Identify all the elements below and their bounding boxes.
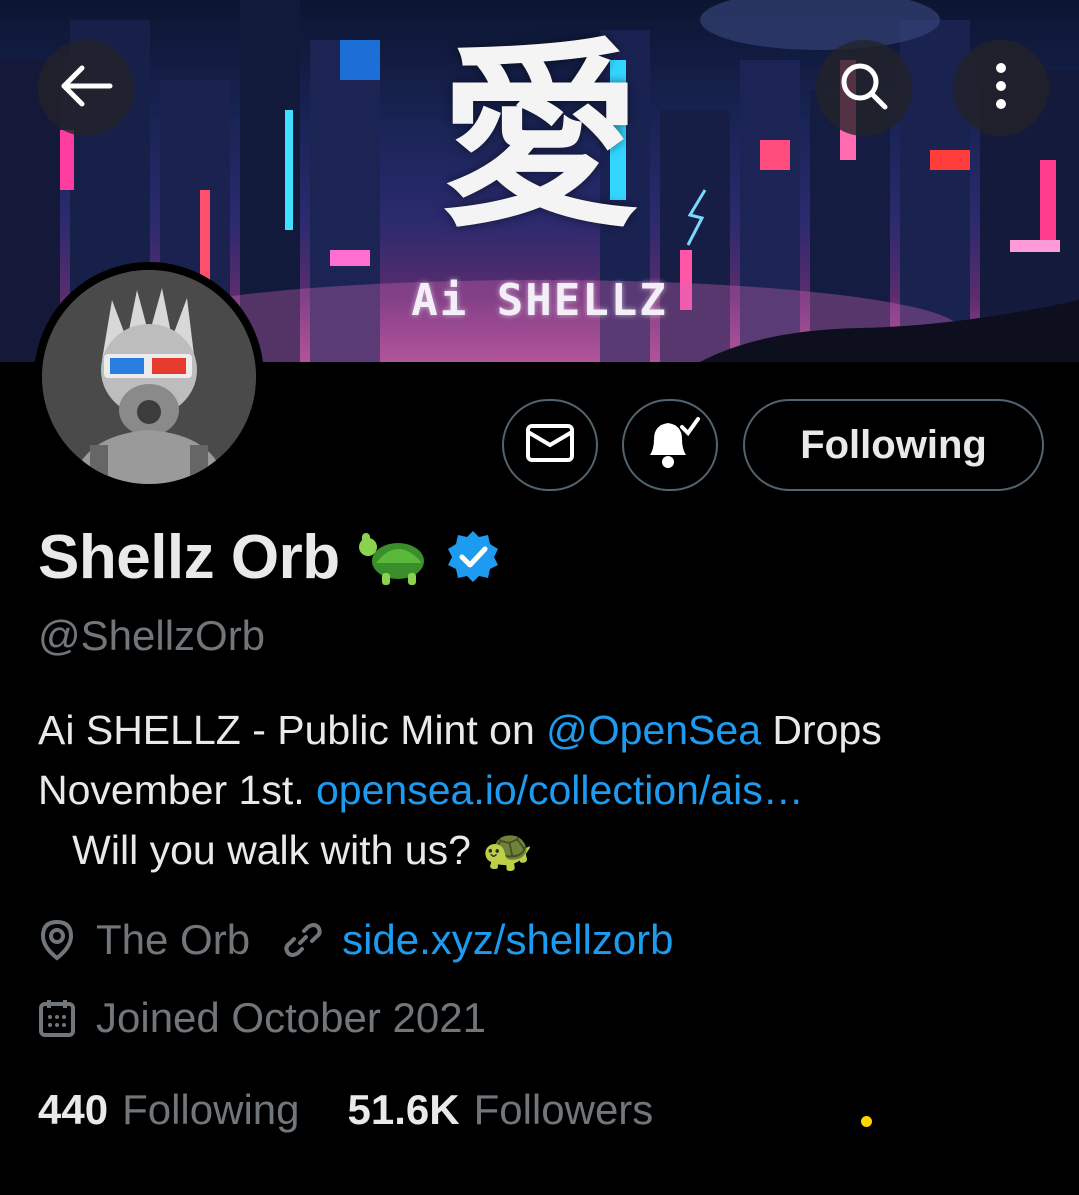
envelope-icon [525,423,575,467]
name-row: Shellz Orb [38,522,500,593]
location-text: The Orb [96,916,251,963]
calendar-icon [38,998,76,1038]
bio-mention-link[interactable]: @OpenSea [546,707,761,753]
website-link[interactable]: side.xyz/shellzorb [342,916,673,964]
followers-count[interactable]: 51.6K [348,1086,460,1134]
following-label[interactable]: Following [122,1086,299,1134]
more-options-button[interactable] [953,40,1049,136]
bio-url-link[interactable]: opensea.io/collection/ais… [316,767,804,813]
message-button[interactable] [502,399,598,491]
handle: @ShellzOrb [38,612,266,659]
more-vertical-icon [995,62,1007,114]
bio: Ai SHELLZ - Public Mint on @OpenSea Drop… [38,700,1038,880]
avatar[interactable] [34,262,264,492]
location-row: The Orb side.xyz/shellzorb [38,916,674,964]
bio-text: Will you walk with us? [38,827,483,873]
followers-label[interactable]: Followers [474,1086,654,1134]
bio-text: Ai SHELLZ - Public Mint on [38,707,547,753]
search-icon [838,60,890,116]
follow-stats: 440 Following 51.6K Followers [38,1086,653,1134]
back-button[interactable] [38,40,134,136]
verified-badge-icon[interactable] [446,529,500,587]
joined-text: Joined October 2021 [96,994,486,1041]
display-name: Shellz Orb [38,523,340,592]
search-button[interactable] [816,40,912,136]
arrow-left-icon [58,64,114,112]
notifications-button[interactable] [622,399,718,491]
joined-row: Joined October 2021 [38,994,486,1042]
avatar-image [42,270,256,484]
following-count[interactable]: 440 [38,1086,108,1134]
turtle-icon [354,525,432,591]
following-button[interactable]: Following [743,399,1044,491]
turtle-emoji: 🐢 [482,827,534,873]
status-dot [861,1116,872,1127]
location-pin-icon [38,919,76,961]
link-icon [284,921,322,959]
banner-kanji: 愛 [440,20,641,255]
bell-check-icon [640,415,700,475]
